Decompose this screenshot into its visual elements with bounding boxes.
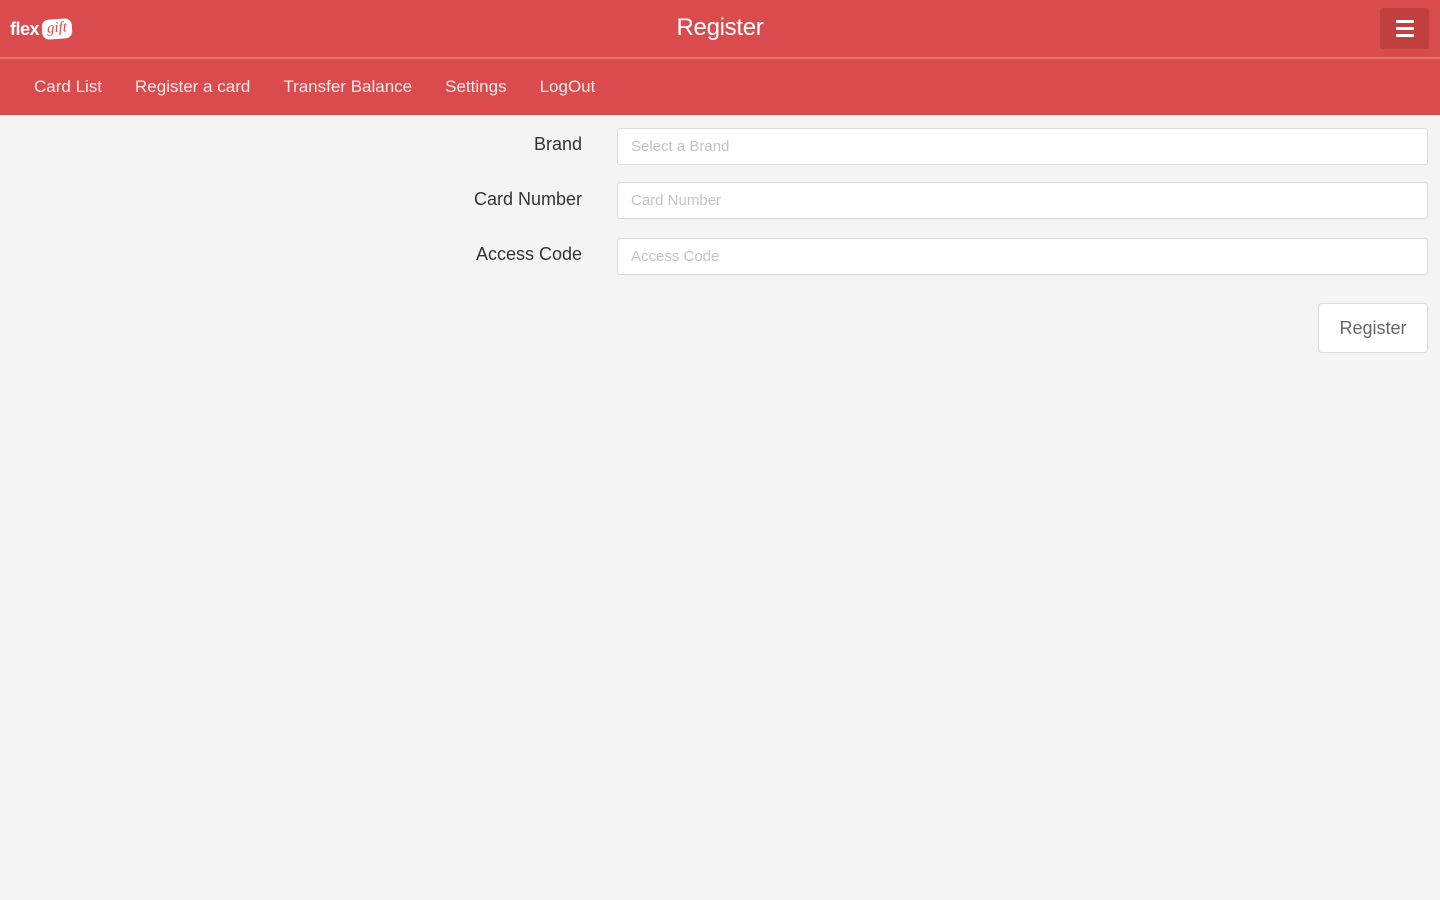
brand-label: Brand xyxy=(533,134,582,154)
card-number-label: Card Number xyxy=(473,189,582,209)
app-header: flex gift Register xyxy=(0,0,1440,59)
nav-item-register-a-card[interactable]: Register a card xyxy=(135,77,250,97)
card-number-input[interactable] xyxy=(617,182,1428,219)
page-title: Register xyxy=(676,14,764,41)
brand-select[interactable] xyxy=(617,128,1428,165)
nav-item-card-list[interactable]: Card List xyxy=(34,77,102,97)
access-code-input[interactable] xyxy=(617,238,1428,275)
logo-badge: gift xyxy=(41,17,73,41)
nav-item-settings[interactable]: Settings xyxy=(445,77,506,97)
hamburger-menu-icon xyxy=(1395,20,1414,23)
register-card-form: Brand Card Number Access Code Register xyxy=(0,114,1440,900)
hamburger-menu-button[interactable] xyxy=(1380,8,1429,49)
access-code-label: Access Code xyxy=(475,244,582,264)
nav-item-logout[interactable]: LogOut xyxy=(540,77,596,97)
register-button[interactable]: Register xyxy=(1318,303,1428,353)
flexgift-logo[interactable]: flex gift xyxy=(10,14,73,44)
hamburger-menu-icon xyxy=(1395,27,1414,30)
logo-word: flex xyxy=(10,18,40,39)
hamburger-menu-icon xyxy=(1395,34,1414,37)
nav-item-transfer-balance[interactable]: Transfer Balance xyxy=(283,77,412,97)
nav-bar: Card List Register a card Transfer Balan… xyxy=(0,59,1440,115)
